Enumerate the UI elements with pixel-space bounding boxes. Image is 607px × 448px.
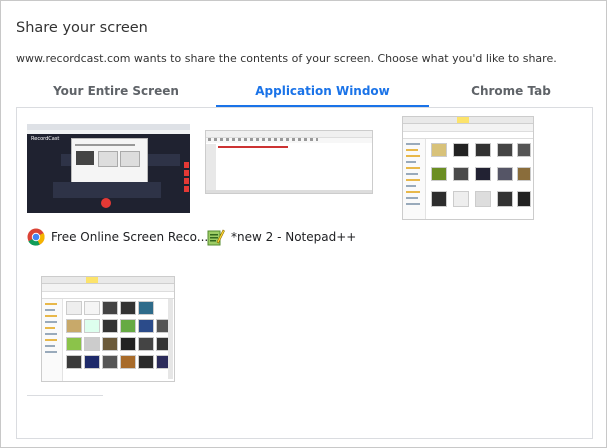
tab-entire-screen[interactable]: Your Entire Screen [16, 77, 216, 105]
window-item-explorer-2[interactable] [41, 276, 175, 384]
window-list-panel: RecordCast Free Online Screen Reco... *n… [16, 108, 593, 439]
window-title: *new 2 - Notepad++ [231, 230, 357, 244]
window-thumbnail: RecordCast [27, 124, 190, 213]
window-item-explorer-1[interactable] [402, 116, 534, 220]
record-button-icon [101, 198, 111, 208]
window-label-row: Free Online Screen Reco... [27, 228, 208, 246]
window-thumbnail [402, 116, 534, 220]
window-item-chrome[interactable]: RecordCast Free Online Screen Reco... [25, 122, 208, 252]
share-screen-dialog: Share your screen www.recordcast.com wan… [0, 0, 607, 448]
window-thumbnail [41, 276, 175, 382]
dialog-subtitle: www.recordcast.com wants to share the co… [16, 52, 557, 65]
window-item-notepad[interactable]: *new 2 - Notepad++ [205, 122, 373, 252]
window-thumbnail [205, 130, 373, 194]
tab-chrome-tab[interactable]: Chrome Tab [429, 77, 593, 105]
tab-application-window[interactable]: Application Window [216, 77, 429, 107]
window-title: Free Online Screen Reco... [51, 230, 209, 244]
window-label-row: *new 2 - Notepad++ [207, 228, 356, 246]
notepad-plus-plus-icon [207, 228, 225, 246]
share-source-tabs: Your Entire Screen Application Window Ch… [16, 77, 593, 108]
chrome-icon [27, 228, 45, 246]
dialog-title: Share your screen [16, 20, 148, 36]
partial-window-edge [27, 395, 103, 396]
thumb-brand-text: RecordCast [31, 136, 60, 142]
